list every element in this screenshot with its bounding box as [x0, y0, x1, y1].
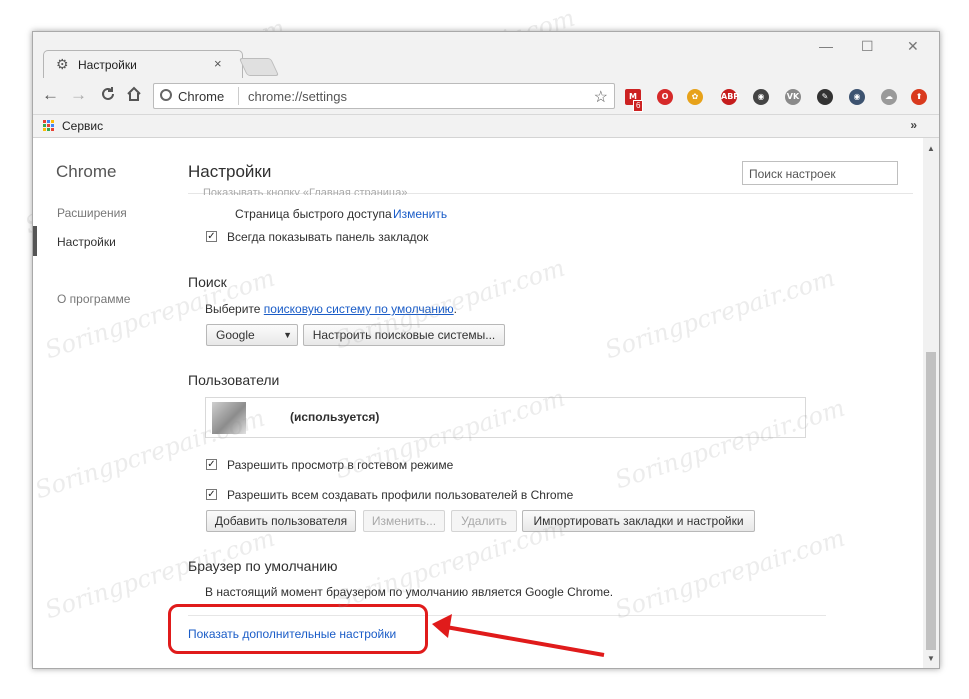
annotation-arrow-icon	[432, 614, 605, 657]
